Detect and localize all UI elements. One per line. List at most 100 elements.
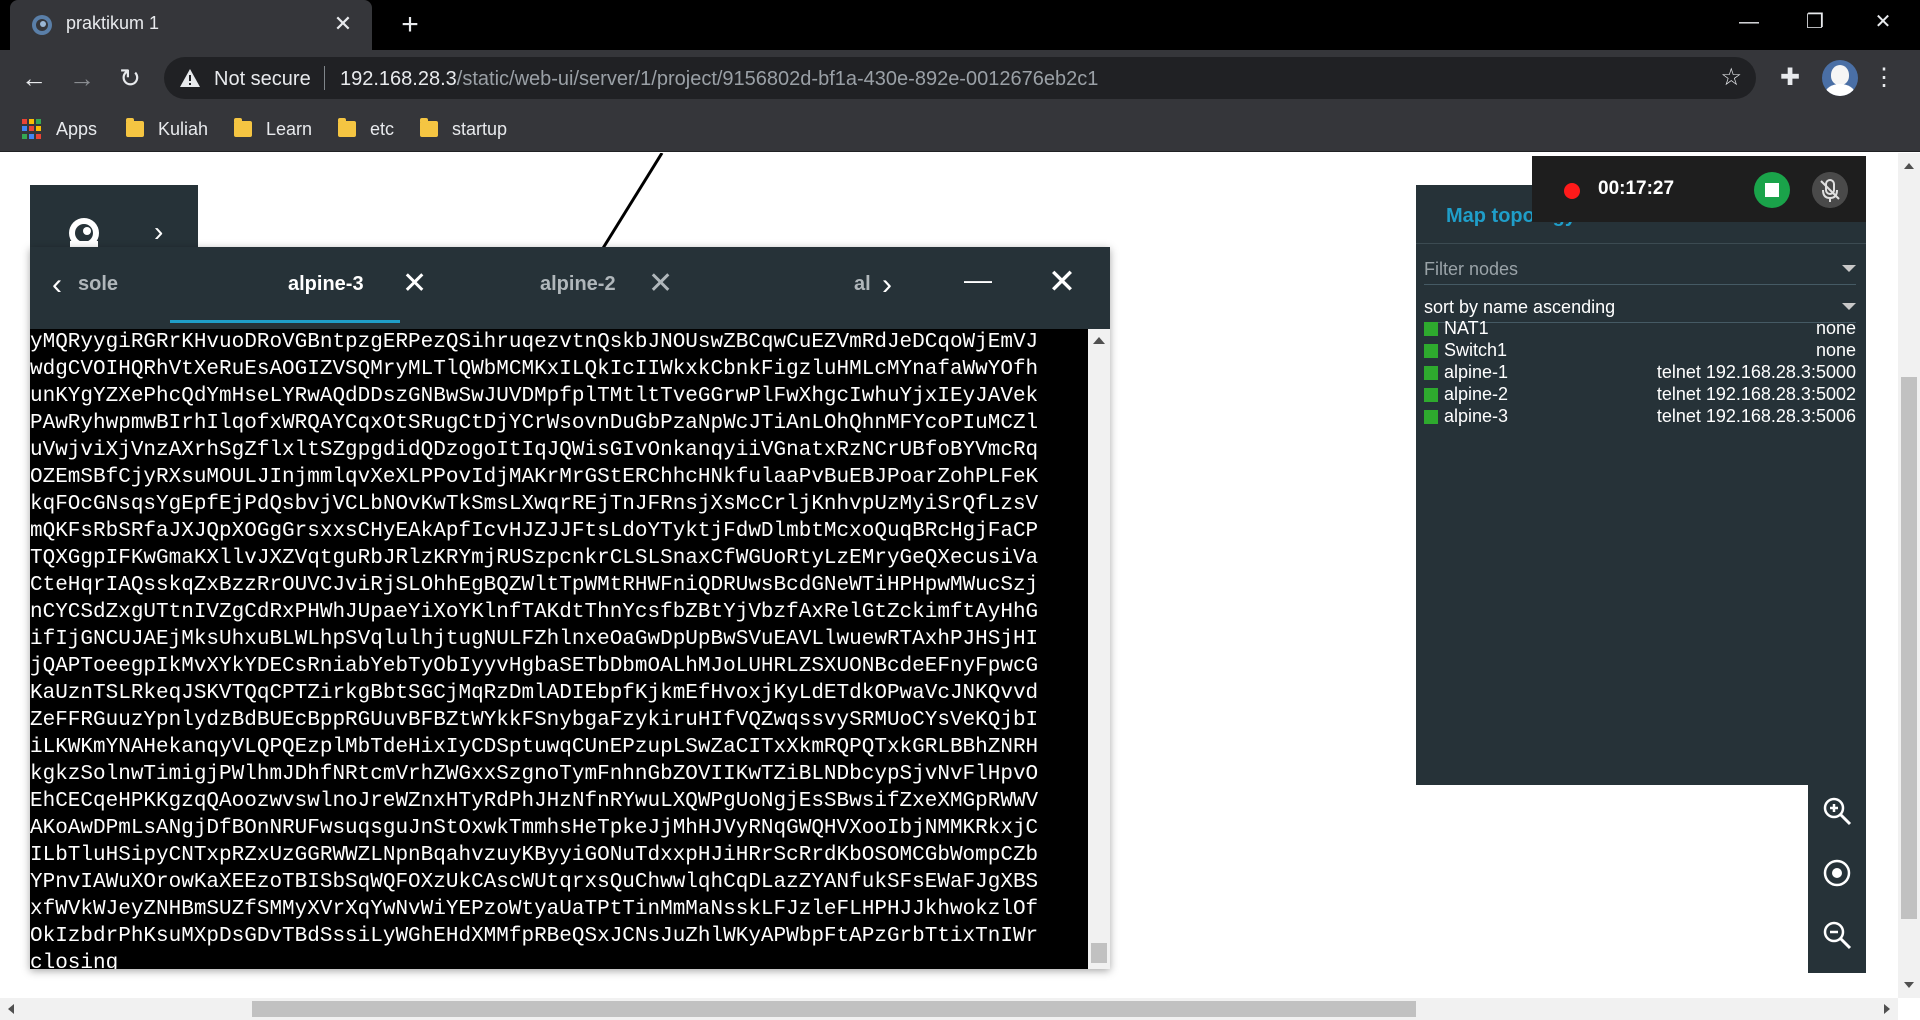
reset-zoom-icon[interactable]	[1821, 857, 1853, 889]
folder-icon	[234, 118, 252, 137]
scroll-right-icon[interactable]	[1884, 1004, 1890, 1014]
terminal-line: ZeFFRGuuzYpnlydzBdBUEcBppRGUuvBFBZtWYkkF…	[30, 709, 1039, 732]
window-close-icon[interactable]: ✕	[1850, 0, 1916, 44]
tab-console[interactable]: sole	[78, 247, 170, 323]
status-started-icon	[1424, 388, 1438, 402]
page-vertical-scrollbar[interactable]	[1898, 153, 1920, 998]
zoom-out-icon[interactable]	[1821, 919, 1853, 951]
terminal-line: xfWVkWJeyZNHBmSUZfSMMyXVrXqYwNvWiYEPzoWt…	[30, 898, 1039, 921]
recording-timer: 00:17:27	[1598, 178, 1675, 199]
node-name: alpine-1	[1444, 362, 1509, 382]
folder-icon	[126, 118, 144, 137]
filter-placeholder: Filter nodes	[1424, 259, 1519, 279]
node-console: telnet 192.168.28.3:5006	[1656, 406, 1856, 426]
terminal-line: closing	[30, 952, 119, 969]
bookmark-label: Kuliah	[158, 118, 209, 139]
terminal-line: wdgCVOIHQRhVtXeRuEsAOGIZVSQMryMLTlQWbMCM…	[30, 358, 1039, 381]
window-restore-icon[interactable]: ❐	[1782, 0, 1848, 44]
mic-muted-icon[interactable]	[1812, 172, 1848, 208]
terminal-line: ILbTluHSipyCNTxpRZxUzGGRWWZLNpnBqahvzuyK…	[30, 844, 1039, 867]
bookmark-apps[interactable]: Apps	[22, 117, 97, 141]
gns3-logo-icon[interactable]	[66, 215, 102, 251]
tabs-scroll-right-icon[interactable]: ›	[872, 270, 902, 301]
tab-alpine-3[interactable]: alpine-3 ✕	[170, 247, 427, 323]
tab-close-icon[interactable]: ✕	[328, 9, 358, 39]
filter-nodes-select[interactable]: Filter nodes	[1424, 255, 1856, 285]
minimize-console-icon[interactable]: —	[960, 265, 996, 301]
back-arrow-icon[interactable]: ←	[16, 60, 52, 96]
tab-label: al	[854, 273, 871, 295]
status-started-icon	[1424, 344, 1438, 358]
profile-avatar[interactable]	[1822, 60, 1858, 96]
url-text: 192.168.28.3/static/web-ui/server/1/proj…	[340, 68, 1098, 91]
node-name: Switch1	[1444, 340, 1508, 360]
browser-tab[interactable]: praktikum 1 ✕	[10, 0, 372, 50]
bookmark-label: etc	[370, 118, 395, 139]
terminal-line: KaUznTSLRkeqJSKVTQqCPTZirkgBbtSGCjMqRzDm…	[30, 682, 1039, 705]
topology-canvas[interactable]: › ‹ sole alpine-3 ✕ alpine-2 ✕ al › — ✕ …	[0, 153, 1920, 1020]
tab-label: alpine-2	[540, 273, 616, 295]
bookmark-label: startup	[452, 118, 508, 139]
recording-dot-icon	[1564, 183, 1580, 199]
status-started-icon	[1424, 322, 1438, 336]
field-underline	[1424, 284, 1856, 285]
browser-toolbar: ← → ↻ Not secure 192.168.28.3/static/web…	[0, 50, 1920, 106]
nodes-panel: Map topology Servers Filter nodes sort b…	[1416, 185, 1866, 785]
window-minimize-icon[interactable]: —	[1716, 0, 1782, 44]
terminal-line: iLKWKmYNAHekanqyVLQPQEzplMbTdeHixIyCDSpt…	[30, 736, 1039, 759]
terminal-line: CteHqrIAQsskqZxBzzRrOUVCJviRjSLOhhEgBQZW…	[30, 574, 1039, 597]
scroll-thumb[interactable]	[1901, 377, 1917, 919]
zoom-in-icon[interactable]	[1821, 795, 1853, 827]
scroll-thumb[interactable]	[252, 1001, 1416, 1017]
node-name: NAT1	[1444, 318, 1489, 338]
zoom-controls	[1808, 775, 1866, 973]
bookmark-etc[interactable]: etc	[338, 117, 394, 141]
bookmark-star-icon[interactable]: ☆	[1720, 65, 1742, 91]
browser-menu-icon[interactable]: ⋮	[1872, 64, 1896, 92]
bookmarks-bar: Apps Kuliah Learn etc startup	[0, 106, 1920, 152]
bookmark-learn[interactable]: Learn	[234, 117, 312, 141]
scroll-up-icon[interactable]	[1904, 163, 1914, 169]
bookmark-startup[interactable]: startup	[420, 117, 507, 141]
tabs-scroll-left-icon[interactable]: ‹	[42, 270, 72, 301]
console-tab-bar: ‹ sole alpine-3 ✕ alpine-2 ✕ al › — ✕	[30, 247, 1110, 323]
new-tab-button[interactable]: +	[392, 8, 428, 44]
warning-triangle-icon	[180, 69, 200, 87]
bookmark-label: Apps	[56, 118, 98, 139]
expand-chevron-icon[interactable]: ›	[154, 217, 178, 247]
forward-arrow-icon[interactable]: →	[64, 60, 100, 96]
scroll-left-icon[interactable]	[8, 1004, 14, 1014]
scroll-up-icon[interactable]	[1093, 337, 1105, 344]
terminal-line: mQKFsRbSRfaJXJQpXOGgGrsxxsCHyEAkApfIcvHJ…	[30, 520, 1039, 543]
node-row-alpine-3[interactable]: alpine-3 telnet 192.168.28.3:5006	[1424, 403, 1856, 429]
scroll-down-icon[interactable]	[1904, 982, 1914, 988]
terminal-line: TQXGgpIFKwGmaKXllvJXZVqtguRbJRlzKRYmjRUS…	[30, 547, 1039, 570]
close-console-icon[interactable]: ✕	[1044, 265, 1080, 301]
status-started-icon	[1424, 366, 1438, 380]
close-tab-icon[interactable]: ✕	[402, 269, 427, 299]
tab-alpine-2[interactable]: alpine-2 ✕	[490, 247, 720, 323]
terminal-line: AKoAwDPmLsANgjDfBOnNRUFwsuqsguJnStOxwkTm…	[30, 817, 1039, 840]
tab-alpine-1[interactable]: al	[824, 247, 874, 323]
stop-recording-button[interactable]	[1754, 172, 1790, 208]
reload-icon[interactable]: ↻	[112, 60, 148, 96]
bookmark-label: Learn	[266, 118, 313, 139]
scroll-thumb[interactable]	[1091, 943, 1107, 963]
node-name: alpine-2	[1444, 384, 1509, 404]
terminal-scrollbar[interactable]	[1088, 329, 1110, 969]
folder-icon	[420, 118, 438, 137]
address-bar[interactable]: Not secure 192.168.28.3/static/web-ui/se…	[164, 57, 1756, 99]
page-horizontal-scrollbar[interactable]	[0, 998, 1898, 1020]
apps-grid-icon	[22, 119, 42, 139]
dropdown-caret-icon	[1842, 265, 1856, 272]
terminal-line: ifIjGNCUJAEjMksUhxuBLWLhpSVqlulhjtugNULF…	[30, 628, 1039, 651]
console-window: ‹ sole alpine-3 ✕ alpine-2 ✕ al › — ✕ yM…	[30, 247, 1110, 969]
terminal-line: yMQRyygiRGRrKHvuoDRoVGBntpzgERPezQSihruq…	[30, 331, 1039, 354]
dropdown-caret-icon	[1842, 303, 1856, 310]
terminal-line: PAwRyhwpmwBIrhIlqofxWRQAYCqxOtSRugCtDjYC…	[30, 412, 1039, 435]
close-tab-icon[interactable]: ✕	[648, 269, 673, 299]
bookmark-kuliah[interactable]: Kuliah	[126, 117, 208, 141]
terminal-output[interactable]: yMQRyygiRGRrKHvuoDRoVGBntpzgERPezQSihruq…	[30, 329, 1088, 969]
security-label: Not secure	[214, 68, 311, 90]
extensions-puzzle-icon[interactable]: ✚	[1776, 64, 1804, 92]
